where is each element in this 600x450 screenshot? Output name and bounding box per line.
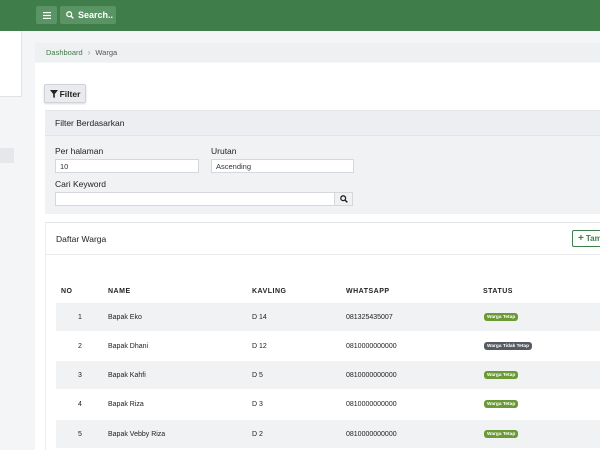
cell-whatsapp: 081325435007 [346, 313, 393, 321]
filter-icon [49, 89, 58, 98]
per-page-label: Per halaman [55, 146, 104, 156]
filter-panel-title: Filter Berdasarkan [45, 111, 600, 136]
cell-name: Bapak Vebby Riza [108, 430, 166, 438]
search-icon [66, 11, 74, 19]
cell-whatsapp: 0810000000000 [346, 430, 397, 438]
hamburger-icon [42, 11, 51, 19]
table-row: 3 Bapak Kahfi D 5 0810000000000 Warga Te… [56, 361, 600, 389]
keyword-search-button[interactable] [334, 192, 353, 206]
keyword-input[interactable] [55, 192, 335, 206]
menu-toggle-button[interactable] [36, 6, 57, 24]
cell-whatsapp: 0810000000000 [346, 371, 397, 379]
cell-no: 4 [78, 400, 82, 408]
cell-name: Bapak Kahfi [108, 371, 146, 379]
breadcrumb-home-link[interactable]: Dashboard [46, 48, 83, 57]
divider [46, 254, 600, 255]
status-badge: Warga Tetap [484, 400, 519, 408]
top-navbar: Search.. [0, 0, 600, 31]
cell-name: Bapak Eko [108, 313, 142, 321]
search-button[interactable]: Search.. [60, 6, 116, 24]
search-icon [339, 195, 348, 203]
table-row: 4 Bapak Riza D 3 0810000000000 Warga Tet… [56, 390, 600, 418]
cell-no: 1 [78, 313, 82, 321]
per-page-input[interactable]: 10 [55, 159, 199, 173]
sort-order-label: Urutan [211, 146, 237, 156]
cell-kavling: D 2 [252, 430, 263, 438]
status-badge: Warga Tetap [484, 430, 519, 438]
status-badge: Warga Tetap [484, 371, 519, 379]
cell-name: Bapak Riza [108, 400, 144, 408]
add-button-label: Tam [585, 234, 600, 243]
add-warga-button[interactable]: + Tam [572, 230, 600, 247]
table-row: 5 Bapak Vebby Riza D 2 0810000000000 War… [56, 420, 600, 448]
cell-whatsapp: 0810000000000 [346, 342, 397, 350]
column-header-whatsapp: WHATSAPP [346, 288, 390, 295]
cell-no: 3 [78, 371, 82, 379]
plus-icon: + [578, 233, 584, 244]
breadcrumb-separator-icon: › [87, 48, 91, 57]
cell-kavling: D 12 [252, 342, 267, 350]
filter-button-label: Filter [59, 88, 81, 99]
cell-kavling: D 5 [252, 371, 263, 379]
sidebar-active-item[interactable] [0, 148, 14, 163]
column-header-kavling: KAVLING [252, 288, 287, 295]
breadcrumb-current: Warga [95, 48, 118, 57]
list-title: Daftar Warga [56, 234, 107, 244]
search-button-label: Search.. [78, 10, 114, 20]
column-header-status: STATUS [483, 288, 513, 295]
warga-list-card: Daftar Warga + Tam NO NAME KAVLING WHATS… [45, 222, 600, 450]
table-row: 2 Bapak Dhani D 12 0810000000000 Warga T… [56, 332, 600, 360]
cell-name: Bapak Dhani [108, 342, 149, 350]
cell-kavling: D 14 [252, 313, 267, 321]
sidebar [0, 31, 22, 97]
breadcrumb: Dashboard › Warga [35, 43, 600, 62]
table-row: 1 Bapak Eko D 14 081325435007 Warga Teta… [56, 303, 600, 331]
filter-toggle-button[interactable]: Filter [44, 84, 86, 103]
column-header-name: NAME [108, 288, 131, 295]
column-header-no: NO [61, 288, 73, 295]
status-badge: Warga Tetap [484, 313, 519, 321]
keyword-label: Cari Keyword [55, 179, 107, 189]
cell-kavling: D 3 [252, 400, 263, 408]
status-badge: Warga Tidak Tetap [484, 342, 533, 350]
sort-order-select[interactable]: Ascending [211, 159, 354, 173]
cell-no: 5 [78, 430, 82, 438]
cell-no: 2 [78, 342, 82, 350]
cell-whatsapp: 0810000000000 [346, 400, 397, 408]
